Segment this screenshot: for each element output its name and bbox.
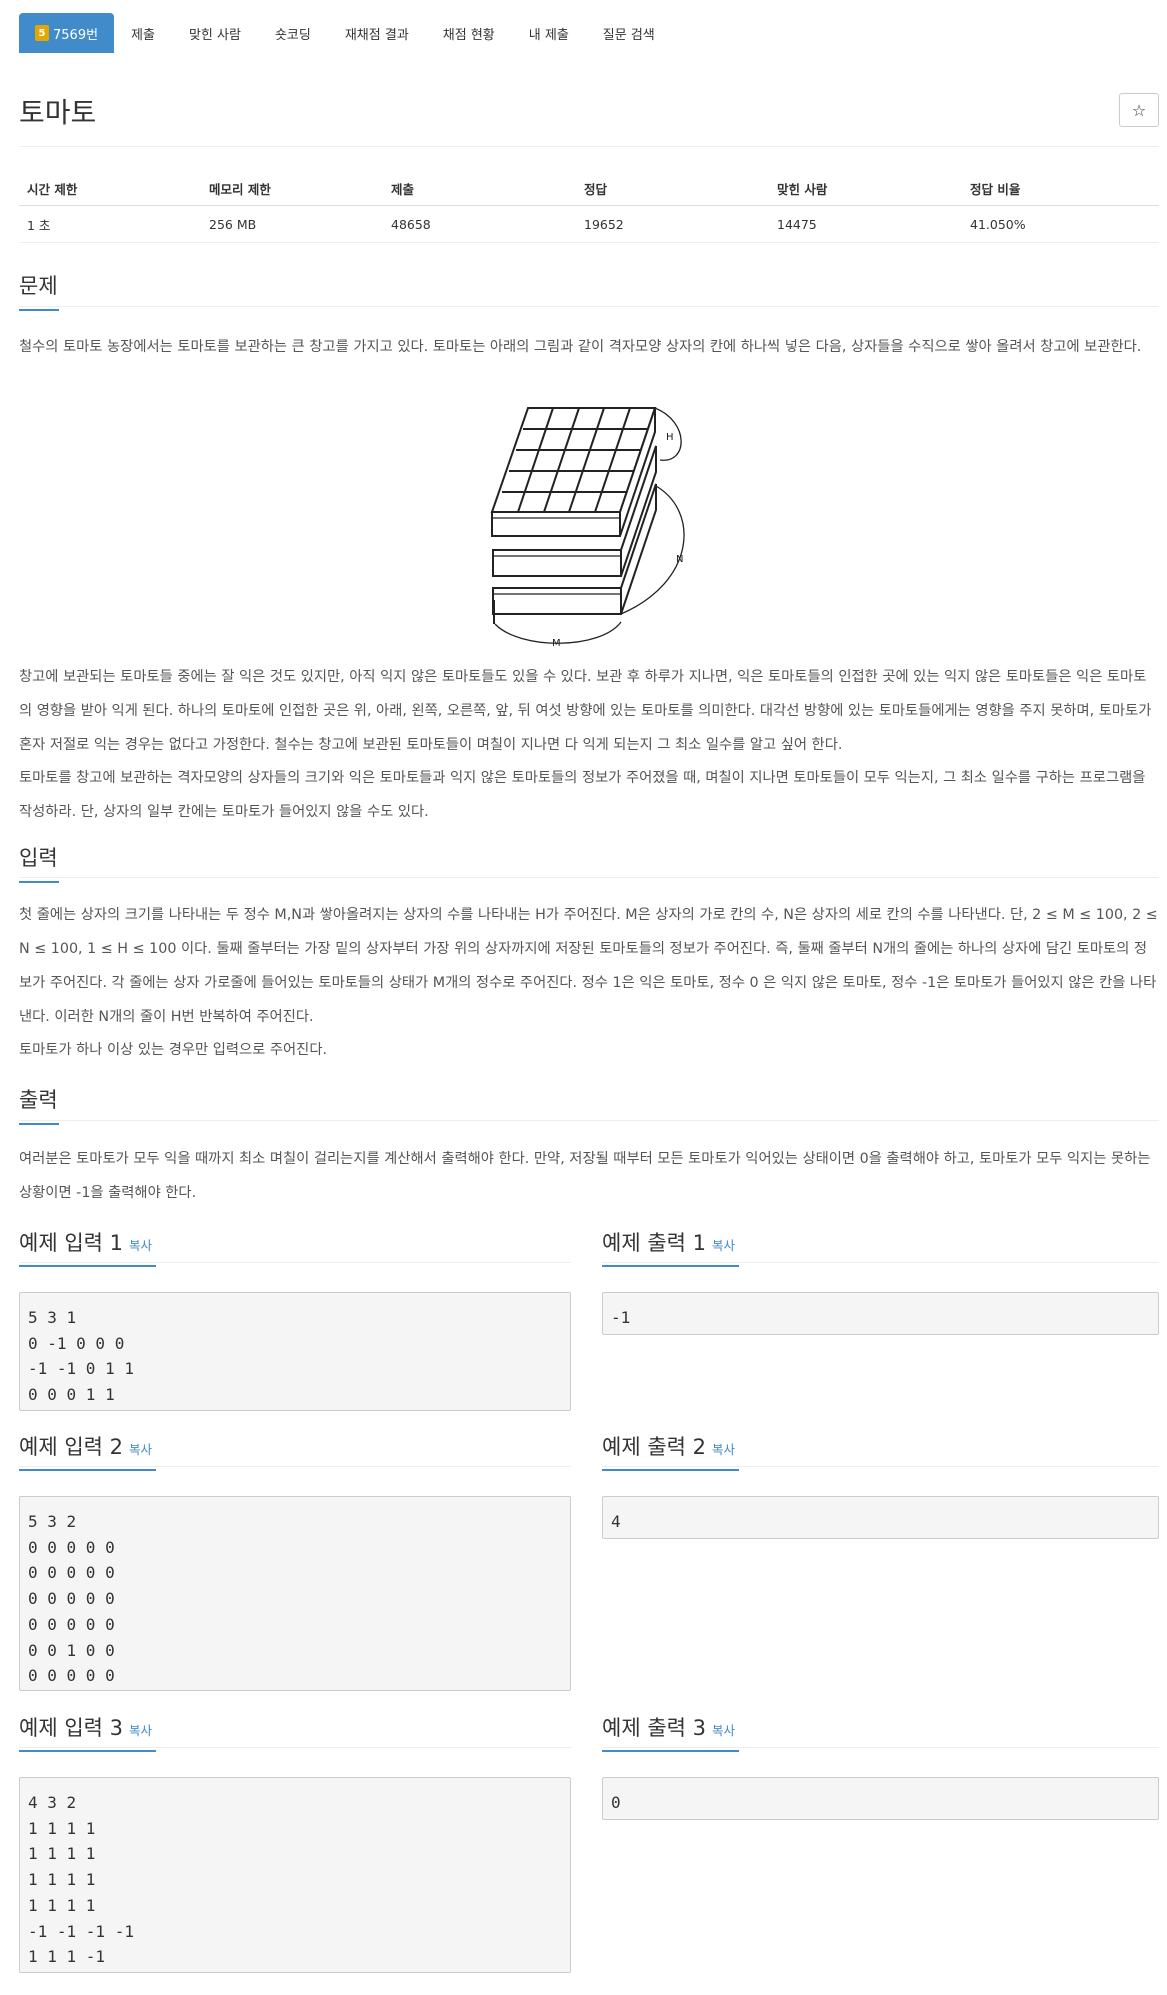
heading-underline <box>602 1469 739 1471</box>
output-heading-text: 출력 <box>19 1088 58 1112</box>
heading-underline <box>602 1750 739 1752</box>
section-divider <box>19 1747 571 1748</box>
tab-short-coding[interactable]: 숏코딩 <box>258 13 328 53</box>
table-header-row: 시간 제한 메모리 제한 제출 정답 맞힌 사람 정답 비율 <box>19 171 1159 206</box>
header-memory-limit: 메모리 제한 <box>201 171 383 206</box>
page: 5 7569번 제출 맞힌 사람 숏코딩 재채점 결과 채점 현황 내 제출 질… <box>0 0 1167 1995</box>
sample-input-1-title: 예제 입력 1 <box>19 1231 123 1255</box>
input-heading-text: 입력 <box>19 846 58 870</box>
title-divider <box>19 146 1159 147</box>
section-divider <box>19 877 1159 878</box>
heading-underline <box>19 1123 59 1125</box>
sample-output-3-title: 예제 출력 3 <box>602 1716 706 1740</box>
solved-users-value: 14475 <box>769 205 962 243</box>
copy-button[interactable]: 복사 <box>712 1723 735 1738</box>
accept-ratio-value: 41.050% <box>962 205 1159 243</box>
problem-description-3: 토마토를 창고에 보관하는 격자모양의 상자들의 크기와 익은 토마토들과 익지… <box>19 770 1146 820</box>
tab-solved-users[interactable]: 맞힌 사람 <box>172 13 258 53</box>
heading-underline <box>19 881 59 883</box>
section-divider <box>19 1262 571 1263</box>
sample-input-2-title: 예제 입력 2 <box>19 1435 123 1459</box>
section-divider <box>602 1262 1159 1263</box>
tab-status[interactable]: 채점 현황 <box>426 13 512 53</box>
sample-input-1[interactable]: 5 3 1 0 -1 0 0 0 -1 -1 0 1 1 0 0 0 1 1 <box>19 1292 571 1411</box>
tab-question-search[interactable]: 질문 검색 <box>586 13 672 53</box>
tab-rejudge-results[interactable]: 재채점 결과 <box>328 13 426 53</box>
problem-info-table: 시간 제한 메모리 제한 제출 정답 맞힌 사람 정답 비율 1 초 256 M… <box>19 171 1159 243</box>
sample-input-2-heading: 예제 입력 2 복사 <box>19 1431 156 1471</box>
accepted-value: 19652 <box>576 205 769 243</box>
problem-heading-text: 문제 <box>19 274 58 298</box>
sample-output-2-title: 예제 출력 2 <box>602 1435 706 1459</box>
problem-heading: 문제 <box>19 270 59 311</box>
section-divider <box>602 1466 1159 1467</box>
copy-button[interactable]: 복사 <box>129 1238 152 1253</box>
problem-description-2: 창고에 보관되는 토마토들 중에는 잘 익은 것도 있지만, 아직 익지 않은 … <box>19 669 1152 753</box>
sample-output-3[interactable]: 0 <box>602 1777 1159 1820</box>
section-divider <box>602 1747 1159 1748</box>
heading-underline <box>19 1265 156 1267</box>
copy-button[interactable]: 복사 <box>129 1442 152 1457</box>
page-title: 토마토 <box>19 96 97 129</box>
heading-underline <box>19 309 59 311</box>
sample-input-3-heading: 예제 입력 3 복사 <box>19 1712 156 1752</box>
figure-label-h: H <box>666 432 674 443</box>
section-divider <box>19 1120 1159 1121</box>
tab-my-submissions[interactable]: 내 제출 <box>512 13 586 53</box>
figure-label-m: M <box>552 638 561 649</box>
header-solved-users: 맞힌 사람 <box>769 171 962 206</box>
submissions-value: 48658 <box>383 205 576 243</box>
sample-input-1-heading: 예제 입력 1 복사 <box>19 1227 156 1267</box>
sample-input-2[interactable]: 5 3 2 0 0 0 0 0 0 0 0 0 0 0 0 0 0 0 0 0 … <box>19 1496 571 1691</box>
header-accept-ratio: 정답 비율 <box>962 171 1159 206</box>
header-time-limit: 시간 제한 <box>19 171 201 206</box>
copy-button[interactable]: 복사 <box>129 1723 152 1738</box>
copy-button[interactable]: 복사 <box>712 1238 735 1253</box>
heading-underline <box>19 1469 156 1471</box>
star-icon[interactable]: ☆ <box>1119 93 1159 127</box>
tab-problem-label: 7569번 <box>53 27 99 43</box>
problem-nav: 5 7569번 제출 맞힌 사람 숏코딩 재채점 결과 채점 현황 내 제출 질… <box>19 13 672 53</box>
input-description-1: 첫 줄에는 상자의 크기를 나타내는 두 정수 M,N과 쌓아올려지는 상자의 … <box>19 907 1158 1025</box>
copy-button[interactable]: 복사 <box>712 1442 735 1457</box>
tab-submit[interactable]: 제출 <box>114 13 172 53</box>
time-limit-value: 1 초 <box>19 205 201 243</box>
section-divider <box>19 306 1159 307</box>
sample-output-1[interactable]: -1 <box>602 1292 1159 1335</box>
heading-underline <box>602 1265 739 1267</box>
sample-output-1-title: 예제 출력 1 <box>602 1231 706 1255</box>
tier-badge-icon: 5 <box>35 25 49 41</box>
table-row: 1 초 256 MB 48658 19652 14475 41.050% <box>19 205 1159 243</box>
problem-description-1: 철수의 토마토 농장에서는 토마토를 보관하는 큰 창고를 가지고 있다. 토마… <box>19 339 1142 355</box>
sample-input-3-title: 예제 입력 3 <box>19 1716 123 1740</box>
memory-limit-value: 256 MB <box>201 205 383 243</box>
sample-output-1-heading: 예제 출력 1 복사 <box>602 1227 739 1267</box>
heading-underline <box>19 1750 156 1752</box>
sample-output-2-heading: 예제 출력 2 복사 <box>602 1431 739 1471</box>
tab-problem[interactable]: 5 7569번 <box>19 13 115 53</box>
sample-output-3-heading: 예제 출력 3 복사 <box>602 1712 739 1752</box>
sample-output-2[interactable]: 4 <box>602 1496 1159 1539</box>
header-submissions: 제출 <box>383 171 576 206</box>
figure-label-n: N <box>676 554 683 565</box>
output-heading: 출력 <box>19 1084 59 1125</box>
sample-input-3[interactable]: 4 3 2 1 1 1 1 1 1 1 1 1 1 1 1 1 1 1 1 -1… <box>19 1777 571 1973</box>
tomato-boxes-figure: H N M <box>490 407 685 649</box>
output-description: 여러분은 토마토가 모두 익을 때까지 최소 며칠이 걸리는지를 계산해서 출력… <box>19 1151 1151 1201</box>
input-description-2: 토마토가 하나 이상 있는 경우만 입력으로 주어진다. <box>19 1042 328 1058</box>
input-heading: 입력 <box>19 842 59 883</box>
header-accepted: 정답 <box>576 171 769 206</box>
section-divider <box>19 1466 571 1467</box>
